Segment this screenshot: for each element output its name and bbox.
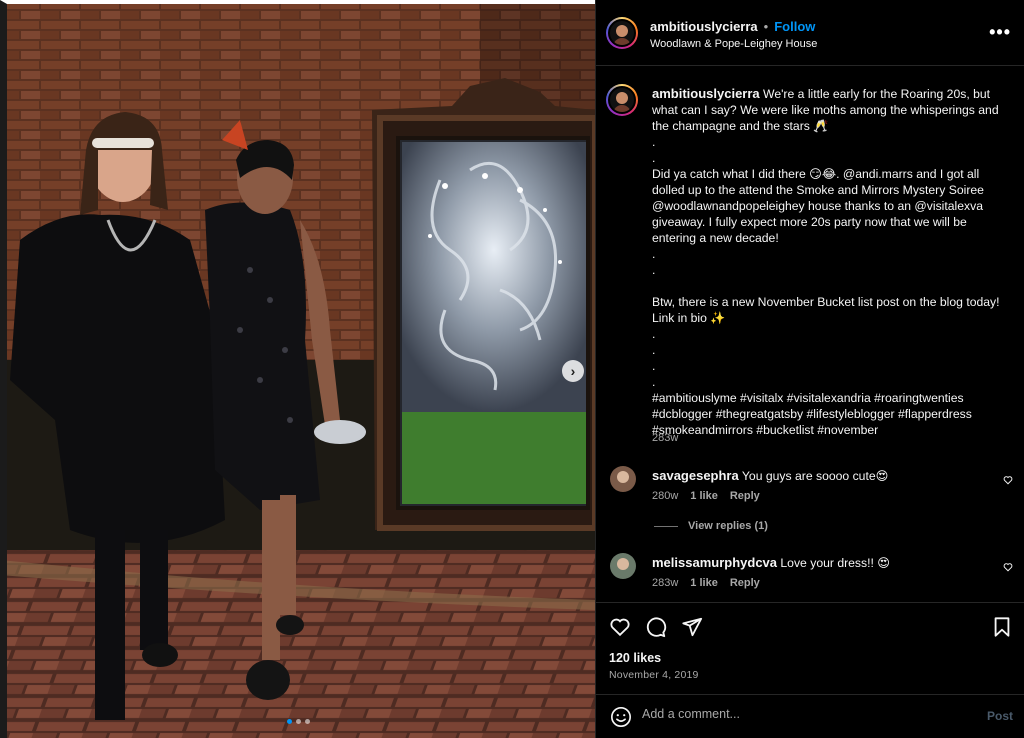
replies-divider: [654, 525, 678, 527]
caption-line: Link in bio ✨: [652, 311, 726, 325]
comment-body: Love your dress!! 😍: [780, 556, 890, 570]
caption-line: dolled up to the attend the Smoke and Mi…: [652, 183, 984, 197]
comment-likes[interactable]: 1 like: [690, 577, 718, 589]
comment-likes[interactable]: 1 like: [690, 490, 718, 502]
comment-bubble-icon[interactable]: [645, 616, 667, 638]
commenter-username[interactable]: melissamurphydcva: [652, 555, 777, 570]
more-options-icon[interactable]: •••: [989, 22, 1011, 43]
add-comment-bar: Post: [596, 694, 1024, 738]
caption-line: .: [652, 247, 656, 261]
caption-line: .: [652, 359, 656, 373]
carousel-dot-active: [287, 719, 292, 724]
carousel-dot: [296, 719, 301, 724]
comment-meta: 283w 1 like Reply: [652, 577, 760, 589]
caption-line: ambitiouslycierra We're a little early f…: [652, 86, 991, 101]
comment-text: melissamurphydcva Love your dress!! 😍: [652, 555, 982, 571]
caption-text: ambitiouslycierra We're a little early f…: [652, 86, 1014, 438]
caption-line: Btw, there is a new November Bucket list…: [652, 295, 1000, 309]
caption-line: what can I say? We were like moths among…: [652, 103, 999, 117]
caption-line: entering a new decade!: [652, 231, 779, 245]
comment-time: 280w: [652, 490, 679, 502]
caption-timestamp: 283w: [652, 432, 679, 444]
follow-button[interactable]: Follow: [774, 19, 815, 34]
save-bookmark-icon[interactable]: [991, 616, 1013, 638]
commenter-avatar[interactable]: [610, 553, 636, 579]
comment-body: You guys are soooo cute😍: [741, 469, 889, 483]
caption-author-avatar[interactable]: [606, 84, 638, 116]
like-heart-icon[interactable]: [609, 616, 631, 638]
reply-button[interactable]: Reply: [730, 577, 760, 589]
comment-text: savagesephra You guys are soooo cute😍: [652, 468, 982, 484]
commenter-username[interactable]: savagesephra: [652, 468, 739, 483]
post-header: ambitiouslycierra • Follow Woodlawn & Po…: [596, 0, 1024, 66]
share-paper-plane-icon[interactable]: [681, 616, 703, 638]
caption-line: .: [652, 343, 656, 357]
caption-line: @woodlawnandpopeleighey house thanks to …: [652, 199, 983, 213]
caption-line: Did ya catch what I did there 😏😂. @andi.…: [652, 167, 980, 181]
post-comment-button[interactable]: Post: [987, 709, 1013, 723]
author-avatar[interactable]: [606, 17, 638, 49]
commenter-avatar[interactable]: [610, 466, 636, 492]
caption-line: .: [652, 327, 656, 341]
comment-meta: 280w 1 like Reply: [652, 490, 760, 502]
separator-dot: •: [763, 19, 769, 34]
reply-button[interactable]: Reply: [730, 490, 760, 502]
post-location[interactable]: Woodlawn & Pope-Leighey House: [650, 38, 817, 50]
post-actions: 120 likes November 4, 2019: [596, 602, 1024, 694]
chevron-right-icon: ›: [570, 363, 576, 379]
post-date: November 4, 2019: [609, 669, 699, 681]
comment-time: 283w: [652, 577, 679, 589]
like-comment-heart-icon[interactable]: [1003, 562, 1013, 572]
like-comment-heart-icon[interactable]: [1003, 475, 1013, 485]
post-photo[interactable]: ›: [0, 0, 595, 738]
caption-username[interactable]: ambitiouslycierra: [652, 86, 760, 101]
carousel-indicator: [287, 719, 310, 724]
comment-input[interactable]: [642, 707, 942, 721]
caption-line: the champagne and the stars 🥂: [652, 119, 829, 133]
caption-line: #ambitiouslyme #visitalx #visitalexandri…: [652, 391, 964, 405]
like-count[interactable]: 120 likes: [609, 651, 661, 665]
caption-line: .: [652, 263, 656, 277]
caption-line: giveaway. I fully expect more 20s party …: [652, 215, 967, 229]
carousel-next-button[interactable]: ›: [562, 360, 584, 382]
post-sidebar: ambitiouslycierra • Follow Woodlawn & Po…: [595, 0, 1024, 738]
carousel-dot: [305, 719, 310, 724]
caption-line: #dcblogger #thegreatgatsby #lifestyleblo…: [652, 407, 972, 421]
view-replies-button[interactable]: View replies (1): [654, 520, 768, 532]
caption-line: .: [652, 151, 656, 165]
author-username[interactable]: ambitiouslycierra: [650, 19, 758, 34]
photo-illustration: [0, 0, 595, 738]
caption-line: .: [652, 375, 656, 389]
view-replies-label: View replies (1): [688, 520, 768, 532]
caption-line: [652, 278, 1014, 294]
caption-line: #smokeandmirrors #bucketlist #november: [652, 423, 879, 437]
caption-line: .: [652, 135, 656, 149]
emoji-smiley-icon[interactable]: [610, 706, 632, 728]
